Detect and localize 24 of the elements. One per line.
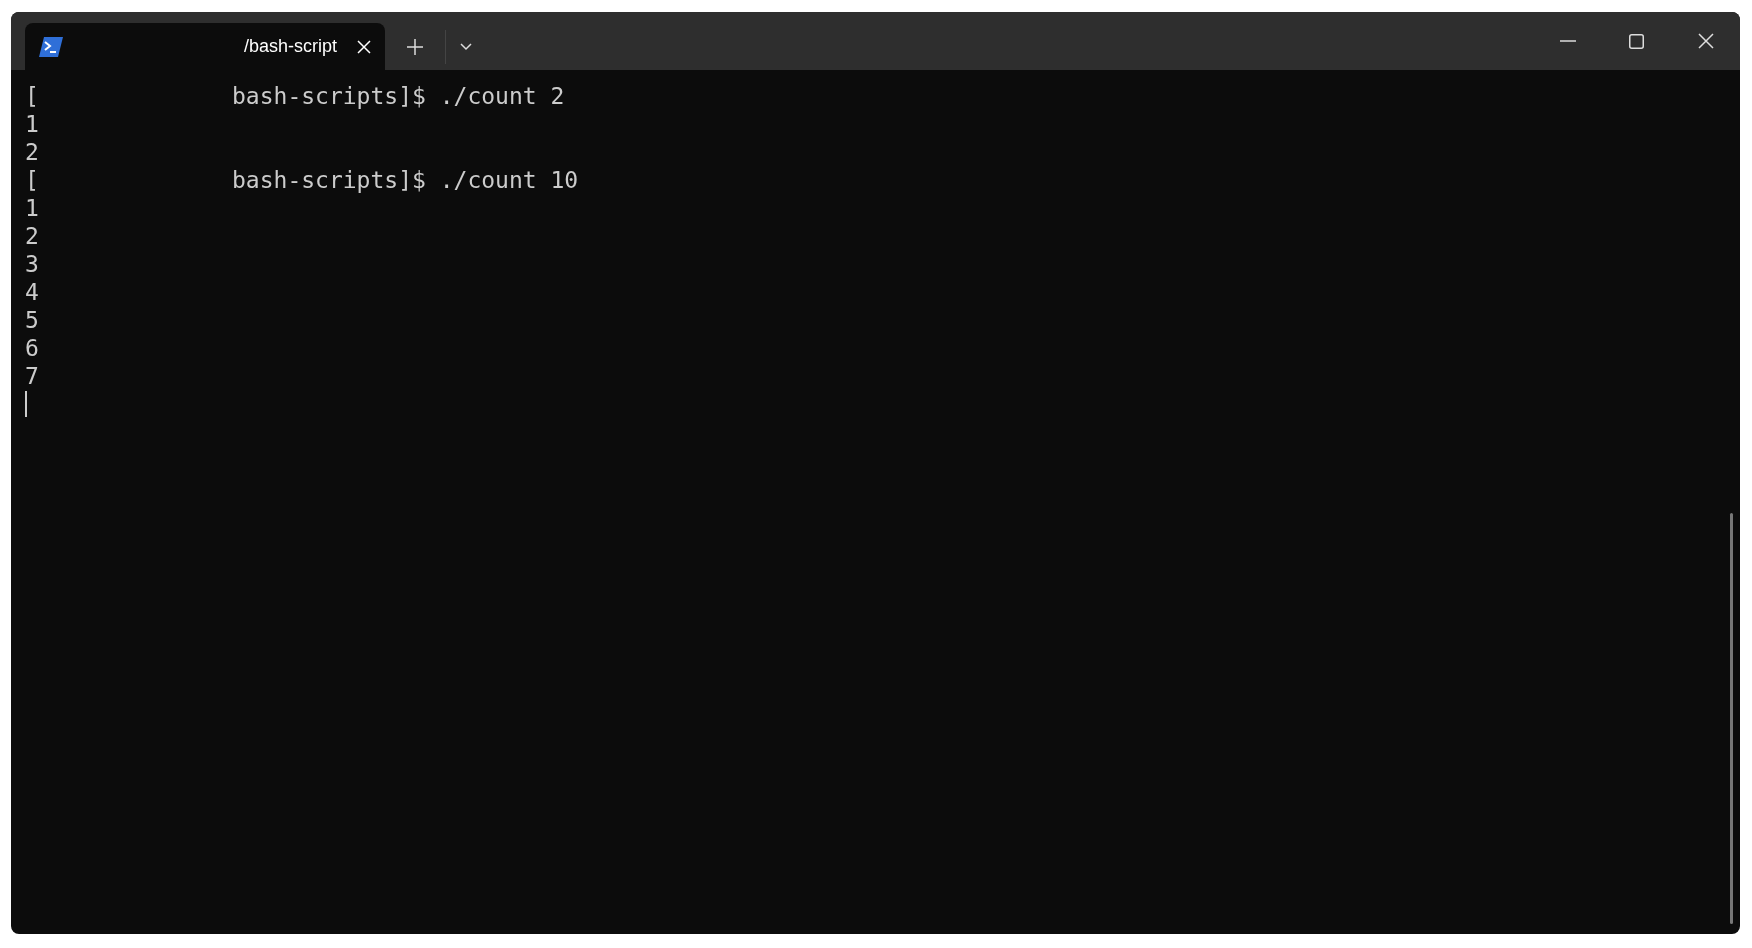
- powershell-icon: [39, 36, 63, 57]
- output-line: 4: [25, 277, 39, 307]
- output-line: 2: [25, 221, 39, 251]
- command-line: bash-scripts]$ ./count 10: [232, 165, 579, 195]
- output-line: 1: [25, 193, 39, 223]
- scrollbar-thumb[interactable]: [1729, 513, 1733, 924]
- output-line: 1: [25, 109, 39, 139]
- chevron-down-icon: [460, 42, 472, 51]
- text-cursor: [25, 391, 27, 417]
- tab[interactable]: /bash-script: [25, 23, 385, 70]
- output-line: 7: [25, 361, 39, 391]
- minimize-icon: [1559, 40, 1576, 42]
- command-line: bash-scripts]$ ./count 2: [232, 81, 565, 111]
- output-line: 5: [25, 305, 39, 335]
- close-icon[interactable]: [357, 39, 371, 54]
- prompt-bracket: [: [25, 165, 40, 195]
- output-line: 3: [25, 249, 39, 279]
- close-icon: [1697, 33, 1714, 49]
- plus-icon: [407, 38, 423, 55]
- maximize-icon: [1629, 33, 1644, 49]
- output-line: 6: [25, 333, 39, 363]
- prompt-bracket: [: [25, 81, 40, 111]
- tab-title: /bash-script: [243, 35, 337, 58]
- output-line: 2: [25, 137, 39, 167]
